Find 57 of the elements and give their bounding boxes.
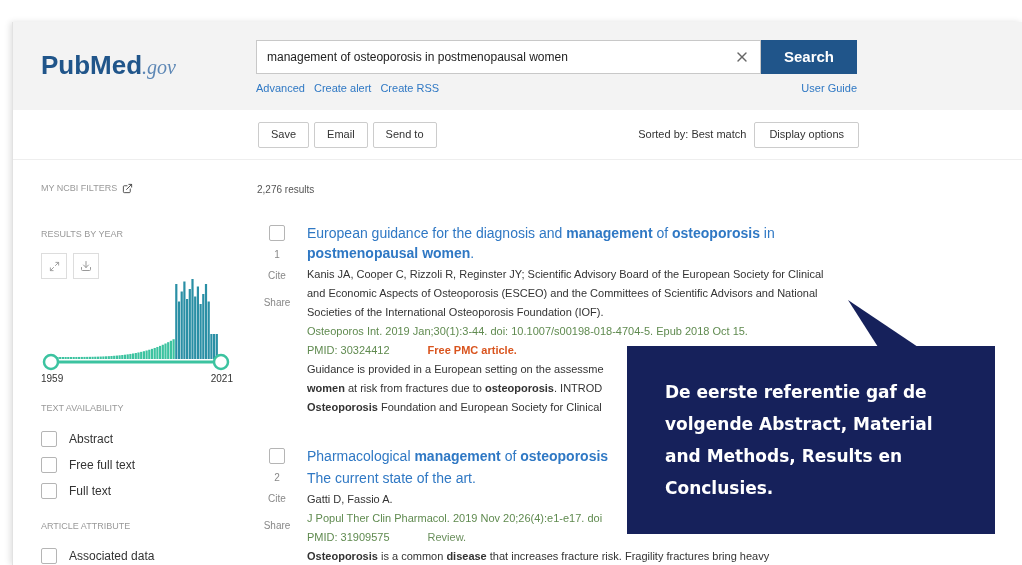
year-label: 2021 <box>210 372 233 386</box>
year-range-slider[interactable] <box>42 353 230 371</box>
cite-link[interactable]: Cite <box>268 491 286 506</box>
download-button[interactable] <box>73 253 99 279</box>
results-count: 2,276 results <box>257 183 316 197</box>
cite-link[interactable]: Cite <box>268 268 286 283</box>
pubmed-logo[interactable]: PubMed.gov <box>13 40 243 110</box>
section-heading: TEXT AVAILABILITY <box>41 402 125 415</box>
checkbox[interactable] <box>269 225 285 241</box>
download-icon <box>80 260 92 272</box>
section-heading: ARTICLE ATTRIBUTE <box>41 519 132 533</box>
filter-label[interactable]: Associated data <box>69 547 155 565</box>
search-link[interactable]: Create alert <box>313 80 372 97</box>
toolbar-button[interactable]: Save <box>258 121 310 148</box>
display-options-button[interactable]: Display options <box>754 121 859 148</box>
authors: Kanis JA, Cooper C, Rizzoli R, Reginster JY; Scientific Advisory Board of the European Society for Clinical and Economic Aspects of Osteoporosis (ESCEO) and the Committees of Scientific Advisors and National Societies of the International Osteoporosis Foundation (IOF). <box>307 267 825 320</box>
section-heading: RESULTS BY YEAR <box>41 227 125 241</box>
filter-label[interactable]: Abstract <box>69 429 113 448</box>
share-link[interactable]: Share <box>263 518 291 533</box>
availability-label: Review. <box>427 530 467 545</box>
checkbox[interactable] <box>41 430 57 447</box>
filter-label[interactable]: Free full text <box>69 455 136 474</box>
article-title[interactable]: European guidance for the diagnosis and management of osteoporosis in postmenopausal women. <box>307 223 842 263</box>
pmid: PMID: 31909575 <box>307 530 390 545</box>
result-number: 2 <box>274 471 280 485</box>
article-title[interactable]: The current state of the art. <box>307 468 476 488</box>
journal-citation: J Popul Ther Clin Pharmacol. 2019 Nov 20;26(4):e1-e17. doi <box>307 511 603 526</box>
user-guide-link[interactable]: User Guide <box>801 80 857 97</box>
result-number: 1 <box>274 248 280 262</box>
search-button[interactable]: Search <box>761 40 857 74</box>
abstract-snippet: Osteoporosis Foundation and European Society for Clinical <box>307 400 602 415</box>
filter-label[interactable]: Full text <box>69 481 111 500</box>
callout-text: De eerste referentie gaf de volgende Abstract, Material and Methods, Results en Conclusies. <box>665 381 934 500</box>
abstract-snippet: women at risk from fractures due to osteoporosis. INTROD <box>307 381 603 396</box>
sort-label: Sorted by: Best match <box>638 127 747 143</box>
toolbar-button[interactable]: Email <box>314 121 368 148</box>
search-link[interactable]: Advanced <box>256 80 305 97</box>
section-heading: MY NCBI FILTERS <box>41 182 118 195</box>
external-link-icon[interactable] <box>122 183 134 195</box>
share-link[interactable]: Share <box>263 295 291 310</box>
journal-citation: Osteoporos Int. 2019 Jan;30(1):3-44. doi: 10.1007/s00198-018-4704-5. Epub 2018 Oct 15. <box>307 324 748 339</box>
expand-icon <box>48 260 60 272</box>
abstract-snippet: Guidance is provided in a European setting on the assessme <box>307 362 604 377</box>
year-label: 1959 <box>41 372 64 386</box>
toolbar-button[interactable]: Send to <box>372 121 437 148</box>
article-title[interactable]: Pharmacological management of osteoporosis <box>307 446 609 466</box>
pmid: PMID: 30324412 <box>307 343 390 358</box>
search-field[interactable]: management of osteoporosis in postmenopausal women <box>256 40 761 74</box>
availability-label: Free PMC article. <box>427 343 517 358</box>
checkbox[interactable] <box>41 456 57 473</box>
checkbox[interactable] <box>41 548 57 564</box>
authors: Gatti D, Fassio A. <box>307 492 393 507</box>
expand-button[interactable] <box>41 253 67 279</box>
checkbox[interactable] <box>41 482 57 499</box>
checkbox[interactable] <box>269 448 285 464</box>
search-link[interactable]: Create RSS <box>380 80 440 97</box>
abstract-snippet: Osteoporosis is a common disease that increases fracture risk. Fragility fractures bring heavy <box>307 549 770 564</box>
